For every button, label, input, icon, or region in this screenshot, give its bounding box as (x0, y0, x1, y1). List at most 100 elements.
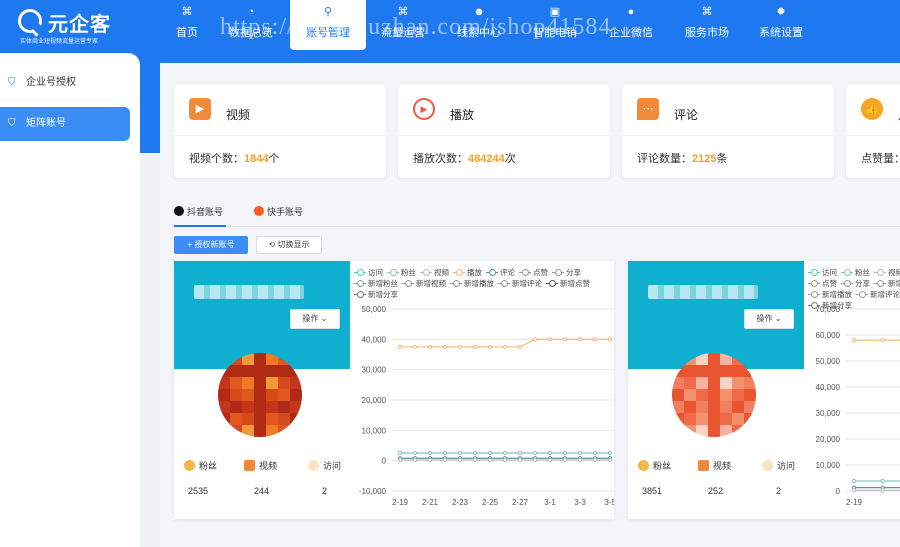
grid-icon: ⌘ (701, 6, 713, 18)
avatar-pixel (744, 413, 756, 425)
nav-service-market[interactable]: ⌘ 服务市场 (682, 0, 732, 50)
kuaishou-icon (254, 206, 264, 216)
data-point (607, 457, 613, 463)
legend-marker-icon (354, 280, 366, 287)
nav-account-management[interactable]: ⚲ 账号管理 (290, 0, 366, 50)
legend-item[interactable]: 视频 (874, 267, 900, 278)
data-point (607, 337, 613, 342)
data-point (487, 344, 493, 350)
legend-item[interactable]: 新增粉丝 (874, 278, 900, 289)
legend-item[interactable]: 播放 (453, 267, 482, 278)
stat-card-comments: ⋯ 评论 评论数量：2125条 (622, 84, 834, 178)
y-tick-label: -10,000 (359, 487, 387, 496)
legend-marker-icon (450, 280, 462, 287)
legend-marker-icon (808, 291, 820, 298)
data-point (880, 478, 885, 484)
account-name-blurred (194, 285, 304, 299)
legend-item[interactable]: 粉丝 (841, 267, 870, 278)
stat-fans: 粉丝 3851 (638, 459, 696, 496)
brand-logo[interactable]: 元企客 实体商业短视频流量运营专家 (14, 6, 134, 46)
nav-system-settings[interactable]: ✹ 系统设置 (756, 0, 806, 50)
avatar-pixel (218, 377, 230, 389)
account-trend-chart: 访问 粉丝 视频 播放 评论 点赞 分享新增粉丝 新增视频 新增播放 新增评论 新增点赞新增分享 -… (350, 261, 614, 519)
y-tick-label: 30,000 (362, 366, 387, 375)
legend-item[interactable]: 新增分享 (354, 289, 398, 300)
stat-value: 252 (708, 486, 724, 496)
legend-marker-icon (841, 280, 853, 287)
avatar-pixel (684, 401, 696, 413)
thumbs-up-icon: 👍 (861, 98, 883, 120)
stat-value: 1844 (244, 153, 269, 165)
tab-douyin[interactable]: 抖音账号 (174, 205, 223, 218)
data-point (457, 344, 463, 350)
avatar-pixel (218, 413, 230, 425)
data-point (851, 478, 857, 484)
nav-home[interactable]: ⌘ 首页 (168, 0, 206, 50)
nav-leads-center[interactable]: ☻ 线索中心 (454, 0, 504, 50)
data-point (502, 457, 508, 463)
avatar-pixel (242, 425, 254, 437)
avatar-pixel (744, 389, 756, 401)
avatar-pixel (218, 353, 230, 365)
nav-label: 线索中心 (457, 27, 501, 39)
legend-item[interactable]: 新增播放 (450, 278, 494, 289)
data-point (532, 457, 538, 463)
avatar-pixel (242, 413, 254, 425)
y-tick-label: 20,000 (816, 435, 841, 444)
switch-view-button[interactable]: ⟲ 切换显示 (256, 236, 322, 254)
legend-item[interactable]: 新增评论 (498, 278, 542, 289)
nav-traffic-operation[interactable]: ⌘ 流量运营 (378, 0, 428, 50)
data-point (851, 338, 857, 343)
avatar-pixel (708, 365, 720, 377)
legend-item[interactable]: 新增播放 (808, 289, 852, 300)
legend-item[interactable]: 点赞 (808, 278, 837, 289)
data-point (457, 450, 463, 456)
operate-dropdown-button[interactable]: 操作 ⌄ (290, 309, 340, 329)
avatar-pixel (266, 365, 278, 377)
legend-item[interactable]: 视频 (420, 267, 449, 278)
data-point (397, 344, 403, 350)
nav-label: 服务市场 (685, 27, 729, 39)
nav-label: 数据总览 (229, 27, 273, 39)
avatar-pixel (266, 377, 278, 389)
y-tick-label: 40,000 (362, 335, 387, 344)
legend-item[interactable]: 访问 (808, 267, 837, 278)
legend-item[interactable]: 新增粉丝 (354, 278, 398, 289)
data-point (412, 450, 418, 456)
tab-label: 抖音账号 (187, 207, 224, 217)
operate-dropdown-button[interactable]: 操作 ⌄ (744, 309, 794, 329)
nav-smart-telesales[interactable]: ▣ 智能电销 (530, 0, 580, 50)
data-point (412, 457, 418, 463)
fans-icon (638, 460, 649, 471)
nav-data-overview[interactable]: ◔ 数据总览 (222, 0, 280, 50)
authorize-new-account-button[interactable]: + 授权新账号 (174, 236, 248, 254)
data-point (427, 344, 433, 350)
location-pin-icon: ⚲ (323, 6, 333, 18)
users-icon: ☻ (473, 6, 485, 18)
x-tick-label: 2-25 (482, 498, 499, 507)
legend-item[interactable]: 新增评论 (856, 289, 900, 300)
avatar-pixel (290, 401, 302, 413)
avatar-pixel (266, 353, 278, 365)
legend-item[interactable]: 点赞 (519, 267, 548, 278)
data-point (517, 344, 523, 350)
sidebar-item-enterprise-authorization[interactable]: ⛉ 企业号授权 (0, 66, 130, 100)
y-tick-label: 0 (382, 457, 387, 466)
avatar-pixel (744, 353, 756, 365)
avatar-pixel (720, 377, 732, 389)
tab-kuaishou[interactable]: 快手账号 (254, 205, 303, 218)
legend-item[interactable]: 访问 (354, 267, 383, 278)
legend-item[interactable]: 新增分享 (808, 300, 852, 311)
data-point (592, 337, 598, 342)
legend-item[interactable]: 分享 (841, 278, 870, 289)
legend-item[interactable]: 粉丝 (387, 267, 416, 278)
legend-item[interactable]: 分享 (552, 267, 581, 278)
account-stats: 粉丝 2535 视频 244 访问 2 (174, 459, 350, 509)
account-card: 操作 ⌄ 粉丝 2535 视频 244 访问 2 访问 粉丝 视频 播放 评论 点赞 分享新… (174, 261, 614, 519)
legend-item[interactable]: 评论 (486, 267, 515, 278)
legend-item[interactable]: 新增视频 (402, 278, 446, 289)
legend-marker-icon (402, 280, 414, 287)
legend-item[interactable]: 新增点赞 (546, 278, 590, 289)
sidebar-item-matrix-accounts[interactable]: ⛉ 矩阵账号 (0, 107, 130, 141)
nav-enterprise-wechat[interactable]: ● 企业微信 (606, 0, 656, 50)
